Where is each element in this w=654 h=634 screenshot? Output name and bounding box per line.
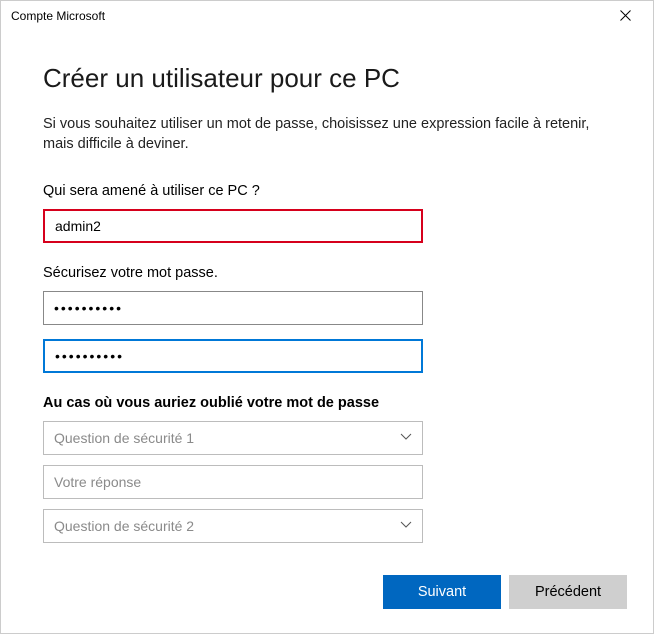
next-button[interactable]: Suivant — [383, 575, 501, 609]
security-answer-input[interactable] — [43, 465, 423, 499]
username-input[interactable] — [43, 209, 423, 243]
dialog-footer: Suivant Précédent — [383, 575, 627, 609]
security-question-1-dropdown[interactable]: Question de sécurité 1 — [43, 421, 423, 455]
page-title: Créer un utilisateur pour ce PC — [43, 63, 611, 94]
password-label: Sécurisez votre mot passe. — [43, 265, 611, 281]
back-button[interactable]: Précédent — [509, 575, 627, 609]
window-title: Compte Microsoft — [11, 9, 105, 23]
security-question-1-placeholder: Question de sécurité 1 — [54, 430, 194, 446]
username-label: Qui sera amené à utiliser ce PC ? — [43, 183, 611, 199]
title-bar: Compte Microsoft — [1, 1, 653, 31]
password-input[interactable] — [43, 291, 423, 325]
chevron-down-icon — [400, 520, 412, 532]
password-confirm-input[interactable] — [43, 339, 423, 373]
security-question-2-dropdown[interactable]: Question de sécurité 2 — [43, 509, 423, 543]
chevron-down-icon — [400, 432, 412, 444]
intro-text: Si vous souhaitez utiliser un mot de pas… — [43, 114, 611, 155]
close-button[interactable] — [605, 2, 645, 30]
close-icon — [620, 8, 631, 24]
security-label: Au cas où vous auriez oublié votre mot d… — [43, 395, 611, 411]
security-question-2-placeholder: Question de sécurité 2 — [54, 518, 194, 534]
dialog-content: Créer un utilisateur pour ce PC Si vous … — [1, 31, 653, 543]
